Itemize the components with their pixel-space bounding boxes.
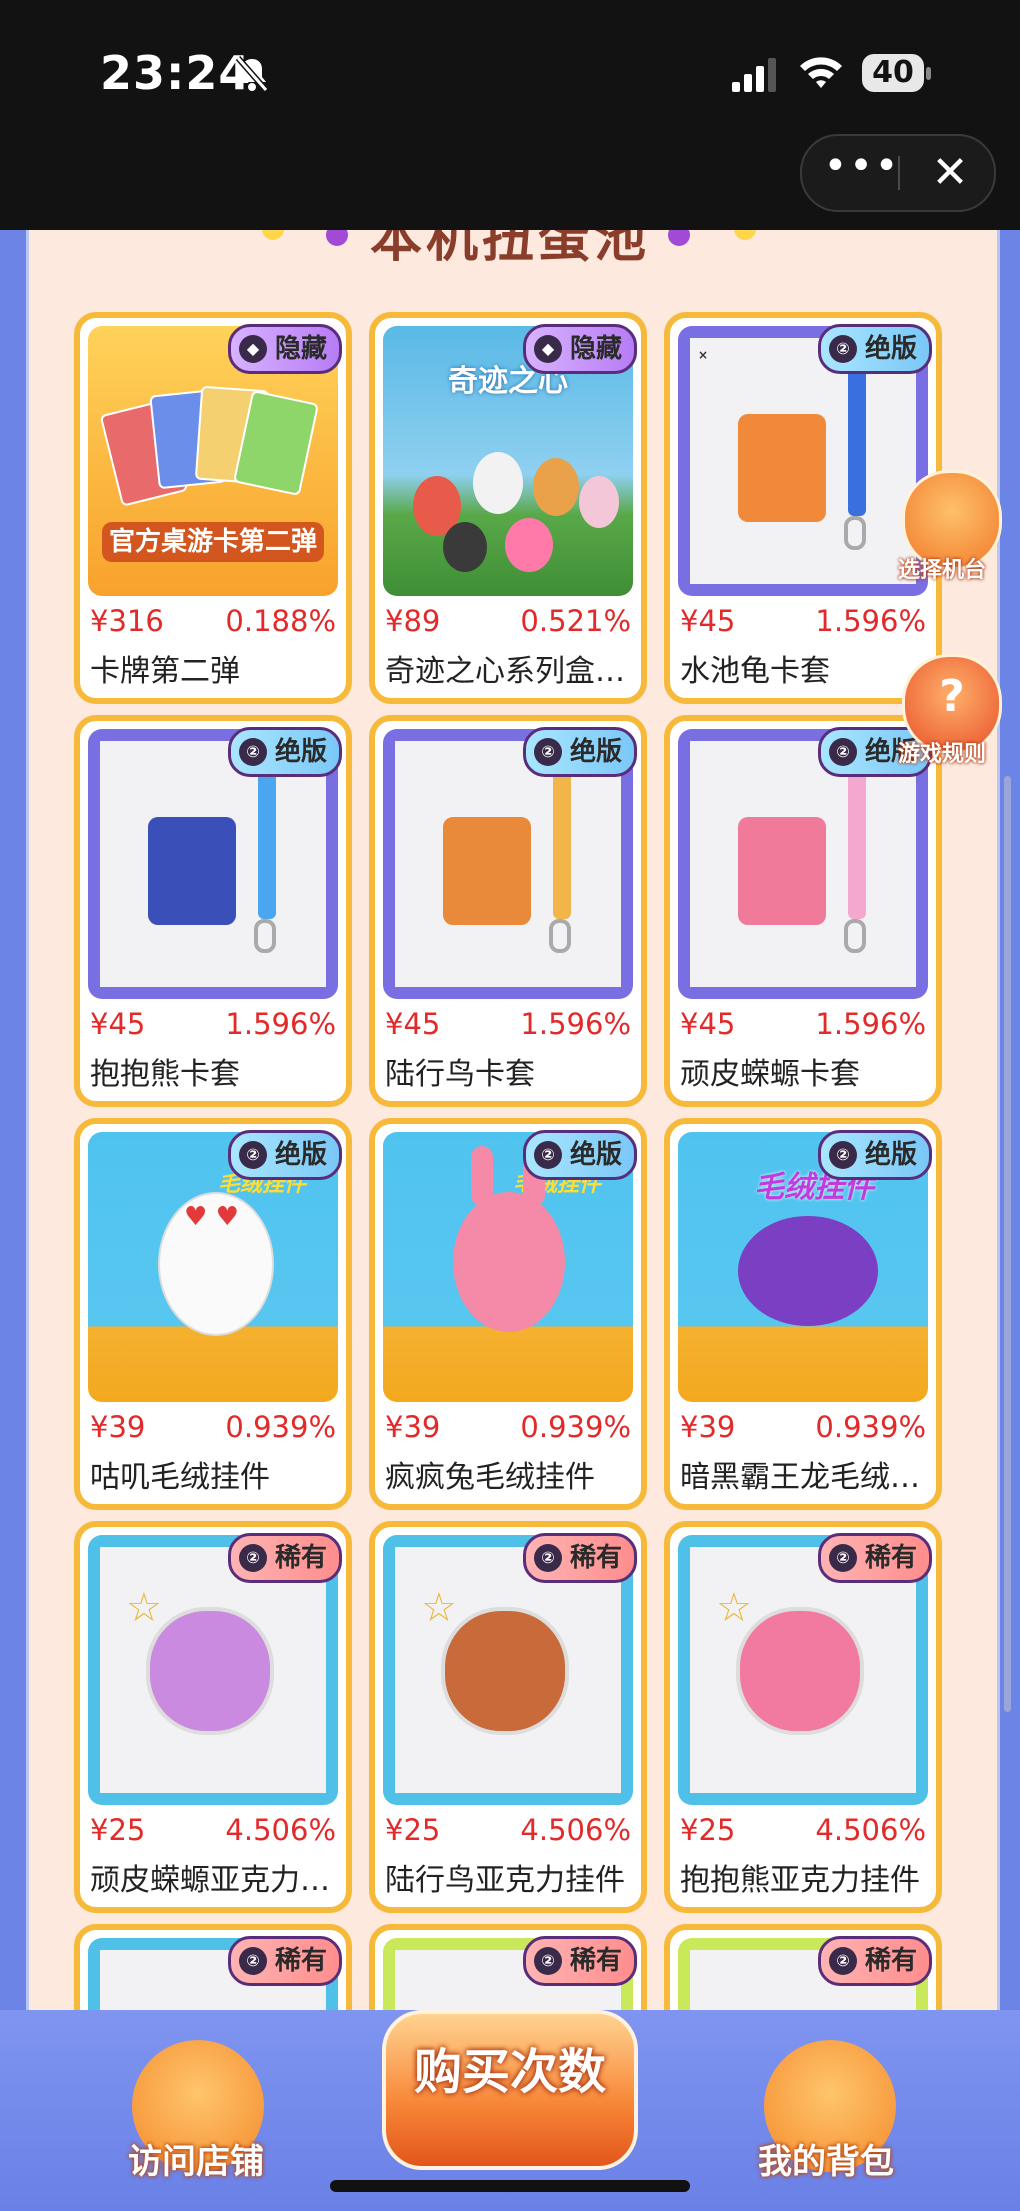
battery-icon: 40 [862,54,932,94]
prize-name: 陆行鸟亚克力挂件 [385,1863,625,1898]
price: ¥316 [90,604,164,638]
prize-name: 卡牌第二弹 [90,654,240,689]
prize-card[interactable]: 官方桌游卡第二弹 ◆ 隐藏 ¥316 0.188% 卡牌第二弹 [74,312,352,704]
select-machine-button[interactable]: 选择机台 [890,470,1010,600]
rarity-badge: ② 绝版 [522,727,637,777]
prize-card[interactable]: ② 绝版 ¥45 1.596% 陆行鸟卡套 [369,715,647,1107]
rarity-icon: ② [238,1141,267,1169]
probability: 4.506% [225,1813,336,1847]
prize-card[interactable]: ☆ ② 稀有 ¥25 4.506% 顽皮蝾螈亚克力… [74,1521,352,1913]
signal-icon [732,58,776,92]
visit-store-label: 访问店铺 [128,2142,264,2182]
rarity-icon: ② [828,335,857,363]
home-indicator[interactable] [330,2180,690,2192]
prize-name: 疯疯兔毛绒挂件 [385,1460,595,1495]
prize-name: 顽皮蝾螈亚克力… [90,1863,330,1898]
rarity-badge: ② 稀有 [817,1936,932,1986]
prize-card[interactable]: ☆ ② 稀有 ¥25 4.506% 抱抱熊亚克力挂件 [664,1521,942,1913]
prize-card[interactable]: 毛绒挂件 ② 绝版 ¥39 0.939% 暗黑霸王龙毛绒… [664,1118,942,1510]
rarity-badge: ② 绝版 [227,1130,342,1180]
wifi-icon [800,57,842,88]
prize-card[interactable]: 奇迹之心 ◆ 隐藏 ¥89 0.521% 奇迹之心系列盒… [369,312,647,704]
rarity-icon: ② [533,1544,562,1572]
prize-card[interactable]: ② 绝版 ¥45 1.596% 抱抱熊卡套 [74,715,352,1107]
price: ¥45 [680,604,736,638]
battery-level: 40 [862,54,924,92]
rarity-icon: ② [238,1544,267,1572]
prize-name: 暗黑霸王龙毛绒… [680,1460,920,1495]
bell-muted-icon [235,56,269,92]
more-button[interactable]: ••• [822,136,902,210]
rarity-icon: ② [828,1947,857,1975]
probability: 4.506% [520,1813,631,1847]
game-rules-button[interactable]: ? 游戏规则 [890,654,1010,784]
probability: 0.188% [225,604,336,638]
price: ¥25 [90,1813,146,1847]
probability: 1.596% [520,1007,631,1041]
rarity-icon: ② [828,1141,857,1169]
probability: 4.506% [815,1813,926,1847]
visit-store-button[interactable]: 访问店铺 [110,2010,290,2200]
probability: 0.521% [520,604,631,638]
price: ¥39 [680,1410,736,1444]
rarity-badge: ② 绝版 [817,1130,932,1180]
price: ¥39 [385,1410,441,1444]
mini-program-capsule: ••• ✕ [800,134,996,212]
rarity-icon: ② [828,738,857,766]
prize-name: 陆行鸟卡套 [385,1057,535,1092]
prize-card[interactable]: 毛绒挂件 ♥ ♥ ② 绝版 ¥39 0.939% 咕叽毛绒挂件 [74,1118,352,1510]
rarity-badge: ② 稀有 [227,1533,342,1583]
rarity-badge: ◆ 隐藏 [522,324,637,374]
rarity-icon: ② [533,1947,562,1975]
buy-count-label: 购买次数 [413,2044,606,2100]
rarity-icon: ② [238,1947,267,1975]
status-time: 23:24 [100,46,252,100]
buy-count-button[interactable]: 购买次数 [382,2010,638,2170]
rarity-icon: ◆ [533,335,562,363]
game-rules-label: 游戏规则 [898,742,987,767]
prize-name: 抱抱熊亚克力挂件 [680,1863,920,1898]
rarity-badge: ② 绝版 [522,1130,637,1180]
gacha-page: 本机扭蛋池 官方桌游卡第二弹 ◆ 隐藏 ¥316 0.188% 卡牌第二弹 奇迹之… [0,230,1020,2211]
rarity-icon: ② [828,1544,857,1572]
rarity-badge: ② 稀有 [522,1936,637,1986]
close-button[interactable]: ✕ [914,136,986,210]
price: ¥45 [680,1007,736,1041]
rarity-badge: ② 稀有 [522,1533,637,1583]
section-title: 本机扭蛋池 [369,230,650,269]
rarity-badge: ② 绝版 [227,727,342,777]
probability: 1.596% [815,604,926,638]
price: ¥45 [385,1007,441,1041]
my-bag-button[interactable]: 我的背包 [740,2010,920,2200]
my-bag-label: 我的背包 [758,2142,894,2182]
probability: 1.596% [225,1007,336,1041]
status-bar: 23:24 40 ••• ✕ [0,0,1020,230]
rarity-icon: ② [238,738,267,766]
rarity-icon: ◆ [238,335,267,363]
rarity-badge: ② 稀有 [817,1533,932,1583]
rarity-badge: ◆ 隐藏 [227,324,342,374]
rarity-icon: ② [533,738,562,766]
price: ¥25 [385,1813,441,1847]
probability: 0.939% [520,1410,631,1444]
rarity-icon: ② [533,1141,562,1169]
prize-name: 咕叽毛绒挂件 [90,1460,270,1495]
prize-name: 顽皮蝾螈卡套 [680,1057,860,1092]
probability: 1.596% [815,1007,926,1041]
prize-name: 奇迹之心系列盒… [385,654,625,689]
select-machine-label: 选择机台 [898,558,987,583]
price: ¥45 [90,1007,146,1041]
probability: 0.939% [815,1410,926,1444]
rarity-badge: ② 稀有 [227,1936,342,1986]
art-title: 官方桌游卡第二弹 [102,522,324,562]
price: ¥89 [385,604,441,638]
prize-card[interactable]: ☆ ② 稀有 ¥25 4.506% 陆行鸟亚克力挂件 [369,1521,647,1913]
probability: 0.939% [225,1410,336,1444]
prize-name: 抱抱熊卡套 [90,1057,240,1092]
prize-card[interactable]: 毛绒挂件 ② 绝版 ¥39 0.939% 疯疯兔毛绒挂件 [369,1118,647,1510]
rarity-badge: ② 绝版 [817,324,932,374]
scrollbar[interactable] [1004,776,1011,1712]
price: ¥25 [680,1813,736,1847]
price: ¥39 [90,1410,146,1444]
